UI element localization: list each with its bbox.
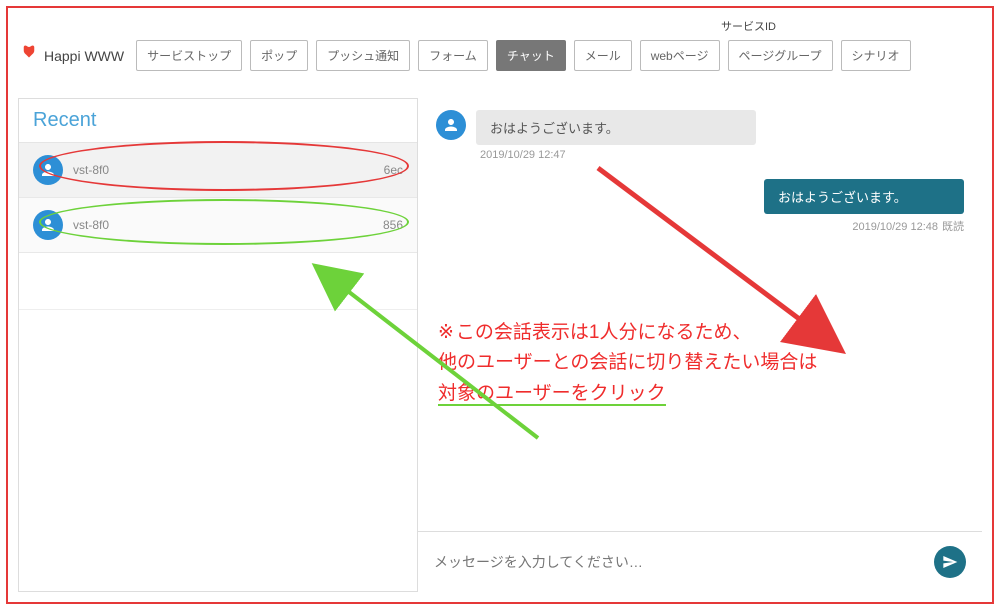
message-bubble-1: おはようございます。 bbox=[764, 179, 964, 214]
conversation-suffix-1: 856 bbox=[383, 218, 403, 232]
send-button[interactable] bbox=[934, 546, 966, 578]
main: Recent vst-8f0 6ec vst-8f0 856 bbox=[18, 98, 982, 592]
message-time-1: 2019/10/29 12:48既読 bbox=[436, 218, 964, 234]
nav-service-top[interactable]: サービストップ bbox=[136, 40, 242, 71]
conversation-suffix-0: 6ec bbox=[384, 163, 403, 177]
chat-pane: おはようございます。 2019/10/29 12:47 おはようございます。 2… bbox=[418, 98, 982, 592]
conversation-item-1[interactable]: vst-8f0 856 bbox=[19, 198, 417, 253]
message-row-1: おはようございます。 bbox=[436, 179, 964, 214]
logo-icon bbox=[20, 44, 38, 67]
sidebar-empty-area bbox=[19, 309, 417, 589]
conversation-id-0: vst-8f0 bbox=[73, 163, 109, 177]
nav-pop[interactable]: ポップ bbox=[250, 40, 308, 71]
nav-pagegroup[interactable]: ページグループ bbox=[728, 40, 833, 71]
header: Happi WWW サービストップ ポップ プッシュ通知 フォーム チャット メ… bbox=[8, 32, 992, 79]
service-id-label: サービスID bbox=[721, 18, 776, 34]
send-icon bbox=[942, 554, 958, 570]
message-row-0: おはようございます。 bbox=[436, 110, 964, 145]
logo-text: Happi WWW bbox=[44, 48, 124, 64]
conversation-id-1: vst-8f0 bbox=[73, 218, 109, 232]
logo: Happi WWW bbox=[20, 44, 124, 67]
sidebar: Recent vst-8f0 6ec vst-8f0 856 bbox=[18, 98, 418, 592]
message-time-0: 2019/10/29 12:47 bbox=[480, 149, 964, 161]
annotation-text: ※この会話表示は1人分になるため、 他のユーザーとの会話に切り替えたい場合は 対… bbox=[438, 318, 817, 409]
avatar-icon bbox=[436, 110, 466, 140]
nav-push[interactable]: プッシュ通知 bbox=[316, 40, 410, 71]
nav-form[interactable]: フォーム bbox=[418, 40, 488, 71]
nav-webpage[interactable]: webページ bbox=[640, 40, 720, 71]
avatar-icon bbox=[33, 155, 63, 185]
message-input[interactable] bbox=[434, 554, 934, 570]
message-input-bar bbox=[418, 531, 982, 592]
conversation-item-0[interactable]: vst-8f0 6ec bbox=[19, 143, 417, 198]
nav-chat[interactable]: チャット bbox=[496, 40, 566, 71]
avatar-icon bbox=[33, 210, 63, 240]
recent-title: Recent bbox=[19, 99, 417, 143]
nav-mail[interactable]: メール bbox=[574, 40, 632, 71]
nav-scenario[interactable]: シナリオ bbox=[841, 40, 911, 71]
message-bubble-0: おはようございます。 bbox=[476, 110, 756, 145]
